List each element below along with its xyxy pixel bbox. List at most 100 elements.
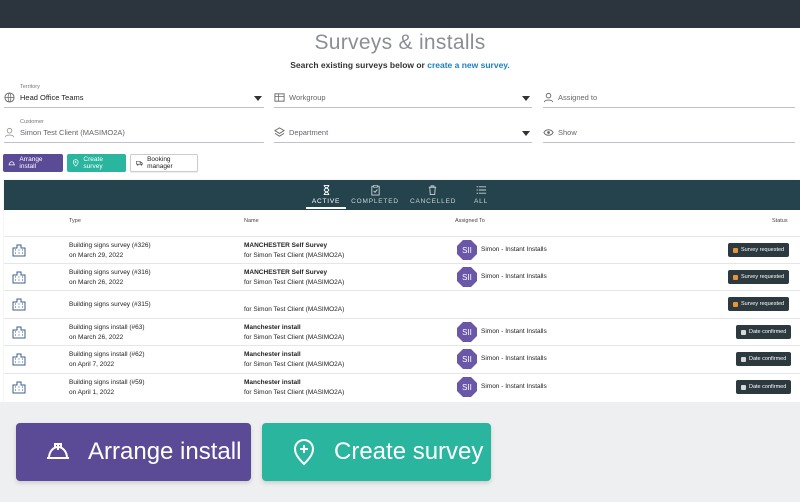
building-icon [12,326,26,339]
status-tabs: ACTIVE COMPLETED CANCELLED ALL [4,180,800,210]
arrange-install-button[interactable]: Arrange install [3,154,63,172]
workgroup-placeholder: Workgroup [289,93,326,102]
row-type: Building signs survey (#326) on March 29,… [69,242,151,259]
show-placeholder: Show [558,128,577,137]
territory-label: Territory [20,84,40,90]
booking-manager-label: Booking manager [147,156,173,170]
layers-icon [274,127,285,137]
avatar: SII [457,377,477,397]
clipboard-check-icon [370,185,380,196]
eye-icon [543,129,554,136]
table-row[interactable]: Building signs install (#59) on April 1, … [4,373,800,400]
calendar-icon [741,329,746,335]
arrange-install-large-button[interactable]: Arrange install [16,423,251,481]
row-type: Building signs survey (#316) on March 26,… [69,269,151,286]
globe-icon [4,92,15,103]
customer-label: Customer [20,119,44,125]
survey-icon [733,274,738,280]
map-pin-plus-icon [293,439,315,466]
row-name: Manchester install for Simon Test Client … [244,351,345,368]
status-badge: Survey requested [728,270,790,284]
status-badge: Survey requested [728,297,790,311]
create-survey-large-button[interactable]: Create survey [262,423,491,481]
column-name: Name [244,218,259,224]
customer-field[interactable]: Customer Simon Test Client (MASIMO2A) [4,119,264,143]
row-type: Building signs install (#59) on April 1, … [69,379,145,396]
create-survey-button[interactable]: Create survey [67,154,126,172]
trash-icon [428,185,436,196]
truck-icon [136,160,143,166]
row-name: MANCHESTER Self Survey for Simon Test Cli… [244,269,345,286]
tab-completed[interactable]: COMPLETED [350,180,400,210]
row-type: Building signs install (#62) on April 7, … [69,351,145,368]
surveys-table: ACTIVE COMPLETED CANCELLED ALL Type Name… [4,180,800,402]
user-icon [543,92,554,103]
show-field[interactable]: Show [543,123,795,143]
status-badge: Date confirmed [736,352,792,366]
page-title: Surveys & installs [314,31,486,54]
row-assignee: Simon - Instant Installs [481,355,547,362]
booking-manager-button[interactable]: Booking manager [130,154,198,172]
building-icon [12,353,26,366]
department-select[interactable]: Department [274,123,532,143]
tab-cancelled[interactable]: CANCELLED [410,180,457,210]
assigned-to-field[interactable]: Assigned to [543,88,795,108]
table-row[interactable]: Building signs survey (#316) on March 26,… [4,263,800,290]
status-badge: Survey requested [728,243,790,257]
survey-icon [733,301,738,307]
chevron-down-icon [254,96,262,101]
tab-completed-label: COMPLETED [351,198,399,205]
row-type: Building signs survey (#315) [69,301,151,308]
row-name: MANCHESTER Self Survey for Simon Test Cli… [244,242,345,259]
row-assignee: Simon - Instant Installs [481,246,547,253]
table-row[interactable]: Building signs install (#63) on March 26,… [4,318,800,345]
row-assignee: Simon - Instant Installs [481,273,547,280]
bottom-action-area: Arrange install Create survey [0,402,800,502]
table-row[interactable]: Building signs survey (#326) on March 29,… [4,236,800,263]
create-survey-label: Create survey [83,156,103,170]
chevron-down-icon [522,131,530,136]
building-icon [12,271,26,284]
row-name: for Simon Test Client (MASIMO2A) [244,306,345,313]
hard-hat-icon [8,161,15,166]
arrange-install-label: Arrange install [19,156,43,170]
row-name: Manchester install for Simon Test Client … [244,379,345,396]
column-status: Status [772,218,788,224]
workgroup-select[interactable]: Workgroup [274,88,532,108]
hourglass-icon [323,184,329,196]
row-assignee: Simon - Instant Installs [481,383,547,390]
table-row[interactable]: Building signs survey (#315) for Simon T… [4,290,800,317]
assigned-to-placeholder: Assigned to [558,93,598,102]
avatar: SII [457,322,477,342]
building-icon [12,381,26,394]
avatar: SII [457,240,477,260]
table-header: Type Name Assigned To Status [4,218,800,230]
row-name: Manchester install for Simon Test Client … [244,324,345,341]
page-subtitle: Search existing surveys below or create … [0,60,800,70]
avatar: SII [457,349,477,369]
calendar-icon [741,384,746,390]
create-survey-large-label: Create survey [334,438,484,465]
chevron-down-icon [522,96,530,101]
status-badge: Date confirmed [736,325,792,339]
department-placeholder: Department [289,128,329,137]
tab-all-label: ALL [474,198,488,205]
column-type: Type [69,218,81,224]
tab-all[interactable]: ALL [470,180,492,210]
tab-active[interactable]: ACTIVE [306,180,346,210]
territory-select[interactable]: Territory Head Office Teams [4,84,264,108]
tab-cancelled-label: CANCELLED [410,198,457,205]
subtitle-text: Search existing surveys below or [290,60,425,70]
create-survey-link[interactable]: create a new survey. [427,60,510,70]
survey-icon [733,247,738,253]
table-icon [274,93,285,102]
hard-hat-icon [47,443,69,459]
top-bar [0,0,800,28]
column-assigned-to: Assigned To [455,218,485,224]
row-type: Building signs install (#63) on March 26,… [69,324,145,341]
tab-active-label: ACTIVE [311,198,341,205]
map-pin-plus-icon [72,159,79,167]
status-badge: Date confirmed [736,380,792,394]
arrange-install-large-label: Arrange install [88,438,242,465]
table-row[interactable]: Building signs install (#62) on April 7, … [4,345,800,372]
